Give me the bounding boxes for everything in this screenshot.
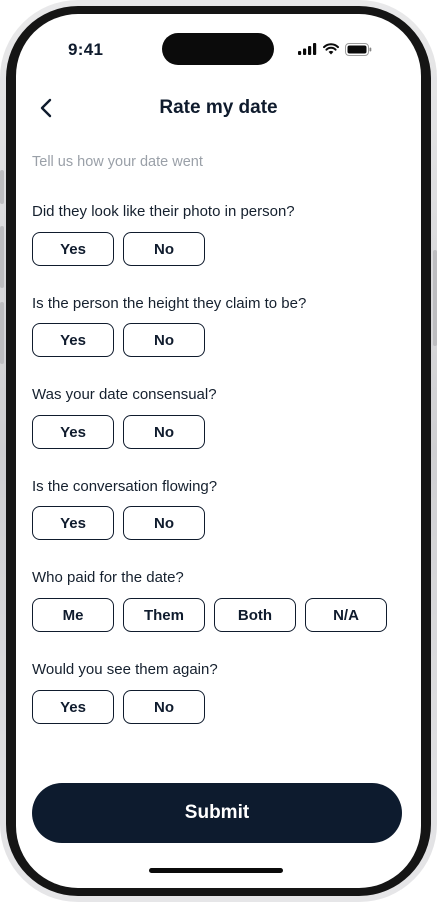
height-yes-button[interactable]: Yes bbox=[32, 323, 114, 357]
answer-row-consensual: Yes No bbox=[32, 415, 205, 449]
see-again-yes-button[interactable]: Yes bbox=[32, 690, 114, 724]
silent-switch bbox=[0, 170, 4, 204]
page-subtitle: Tell us how your date went bbox=[32, 154, 203, 170]
conversation-no-button[interactable]: No bbox=[123, 506, 205, 540]
answer-row-see-again: Yes No bbox=[32, 690, 205, 724]
question-photo: Did they look like their photo in person… bbox=[32, 203, 295, 220]
answer-row-height: Yes No bbox=[32, 323, 205, 357]
answer-row-paid: Me Them Both N/A bbox=[32, 598, 387, 632]
status-time: 9:41 bbox=[68, 40, 104, 59]
paid-both-button[interactable]: Both bbox=[214, 598, 296, 632]
paid-me-button[interactable]: Me bbox=[32, 598, 114, 632]
conversation-yes-button[interactable]: Yes bbox=[32, 506, 114, 540]
answer-row-conversation: Yes No bbox=[32, 506, 205, 540]
signal-icon bbox=[298, 43, 317, 55]
home-indicator[interactable] bbox=[149, 868, 283, 873]
paid-na-button[interactable]: N/A bbox=[305, 598, 387, 632]
question-height: Is the person the height they claim to b… bbox=[32, 295, 307, 312]
battery-icon bbox=[345, 42, 372, 56]
volume-down-button bbox=[0, 302, 4, 364]
volume-up-button bbox=[0, 226, 4, 288]
consensual-no-button[interactable]: No bbox=[123, 415, 205, 449]
submit-button[interactable]: Submit bbox=[32, 783, 402, 843]
question-paid: Who paid for the date? bbox=[32, 569, 184, 586]
consensual-yes-button[interactable]: Yes bbox=[32, 415, 114, 449]
photo-yes-button[interactable]: Yes bbox=[32, 232, 114, 266]
dynamic-island bbox=[162, 33, 274, 65]
photo-no-button[interactable]: No bbox=[123, 232, 205, 266]
see-again-no-button[interactable]: No bbox=[123, 690, 205, 724]
question-see-again: Would you see them again? bbox=[32, 661, 218, 678]
answer-row-photo: Yes No bbox=[32, 232, 205, 266]
screen bbox=[16, 14, 421, 888]
status-icons bbox=[298, 42, 372, 56]
wifi-icon bbox=[323, 43, 339, 55]
power-button bbox=[433, 250, 437, 346]
height-no-button[interactable]: No bbox=[123, 323, 205, 357]
paid-them-button[interactable]: Them bbox=[123, 598, 205, 632]
question-consensual: Was your date consensual? bbox=[32, 386, 217, 403]
page-title: Rate my date bbox=[159, 97, 278, 118]
question-conversation: Is the conversation flowing? bbox=[32, 478, 218, 495]
